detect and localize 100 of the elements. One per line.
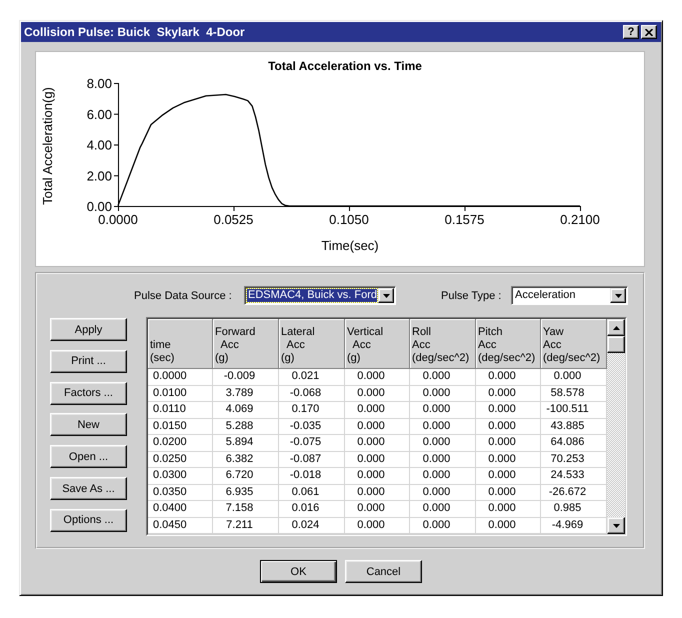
open-button[interactable]: Open ... bbox=[50, 445, 127, 468]
close-icon bbox=[645, 28, 653, 36]
table-cell: 0.0450 bbox=[148, 518, 213, 534]
table-cell: 6.720 bbox=[213, 468, 279, 484]
y-tick-label: 2.00 bbox=[86, 168, 112, 184]
table-cell: 7.158 bbox=[213, 501, 279, 518]
column-header: Lateral Acc (g) bbox=[279, 319, 345, 369]
new-button[interactable]: New bbox=[50, 413, 127, 436]
y-tick-label: 6.00 bbox=[86, 106, 112, 122]
table-cell: 0.0000 bbox=[148, 369, 213, 386]
table-cell: 0.170 bbox=[279, 402, 345, 418]
table-cell: 0.000 bbox=[410, 386, 476, 402]
table-cell: 0.000 bbox=[476, 402, 541, 418]
column-header: Forward Acc (g) bbox=[213, 319, 279, 369]
table-cell: 0.000 bbox=[476, 452, 541, 468]
table-cell: 0.0350 bbox=[148, 484, 213, 501]
column-header: time (sec) bbox=[148, 319, 213, 369]
x-axis-title: Time(sec) bbox=[321, 238, 379, 253]
apply-button[interactable]: Apply bbox=[50, 318, 127, 341]
caret-up-icon bbox=[612, 326, 620, 330]
table-cell: 0.000 bbox=[476, 468, 541, 484]
y-axis-title: Total Acceleration(g) bbox=[40, 87, 55, 205]
scrollbar-thumb[interactable] bbox=[607, 336, 625, 353]
table-cell: 0.000 bbox=[410, 484, 476, 501]
caret-down-icon bbox=[614, 294, 622, 298]
table-cell: 7.211 bbox=[213, 518, 279, 534]
table-cell: 3.789 bbox=[213, 386, 279, 402]
table-cell: 0.000 bbox=[410, 468, 476, 484]
table-cell: 0.0200 bbox=[148, 435, 213, 452]
table-cell: 0.000 bbox=[345, 468, 410, 484]
field-label: Pulse Type : bbox=[441, 290, 502, 302]
table-cell: 0.0400 bbox=[148, 501, 213, 518]
table-cell: 6.935 bbox=[213, 484, 279, 501]
table-cell: 0.000 bbox=[345, 518, 410, 534]
table-cell: 0.000 bbox=[476, 501, 541, 518]
x-tick-label: 0.2100 bbox=[560, 212, 600, 227]
dropdown-button[interactable] bbox=[610, 288, 626, 303]
help-button[interactable]: ? bbox=[623, 25, 639, 39]
table-cell: 6.382 bbox=[213, 452, 279, 468]
caret-down-icon bbox=[612, 524, 620, 528]
caret-down-icon bbox=[382, 294, 390, 298]
table-cell: -0.009 bbox=[213, 369, 279, 386]
scroll-down-button[interactable] bbox=[607, 517, 625, 534]
table-cell: 0.0250 bbox=[148, 452, 213, 468]
column-header: Yaw Acc (deg/sec^2) bbox=[541, 319, 607, 369]
table-cell: 5.894 bbox=[213, 435, 279, 452]
table-cell: 0.021 bbox=[279, 369, 345, 386]
table-cell: 0.000 bbox=[410, 435, 476, 452]
table-cell: 0.016 bbox=[279, 501, 345, 518]
scroll-up-button[interactable] bbox=[607, 319, 625, 336]
table-cell: 4.069 bbox=[213, 402, 279, 418]
field-label: Pulse Data Source : bbox=[134, 290, 233, 302]
ok-button[interactable]: OK bbox=[260, 560, 337, 583]
table-cell: 0.024 bbox=[279, 518, 345, 534]
table-cell: 0.000 bbox=[410, 518, 476, 534]
table-cell: 0.061 bbox=[279, 484, 345, 501]
factors-button[interactable]: Factors ... bbox=[50, 382, 127, 405]
print-button[interactable]: Print ... bbox=[50, 350, 127, 373]
table-cell: 0.0300 bbox=[148, 468, 213, 484]
options-button[interactable]: Options ... bbox=[50, 508, 127, 532]
table-cell: 0.000 bbox=[476, 518, 541, 534]
table-cell: 0.000 bbox=[345, 369, 410, 386]
table-cell: 0.000 bbox=[410, 418, 476, 435]
table-cell: 5.288 bbox=[213, 418, 279, 435]
table-cell: 0.000 bbox=[345, 501, 410, 518]
pulse-type-dropdown[interactable]: Acceleration bbox=[511, 286, 628, 305]
data-source-dropdown[interactable]: EDSMAC4, Buick vs. Ford bbox=[244, 286, 396, 305]
table-cell: -0.075 bbox=[279, 435, 345, 452]
dropdown-value: EDSMAC4, Buick vs. Ford bbox=[247, 289, 377, 302]
table-cell: 0.0100 bbox=[148, 386, 213, 402]
cancel-button[interactable]: Cancel bbox=[345, 560, 422, 583]
x-tick-label: 0.1575 bbox=[444, 212, 484, 227]
column-header: Roll Acc (deg/sec^2) bbox=[410, 319, 476, 369]
table-cell: 0.000 bbox=[476, 369, 541, 386]
column-header: Pitch Acc (deg/sec^2) bbox=[476, 319, 541, 369]
column-header: Vertical Acc (g) bbox=[345, 319, 410, 369]
table-cell: 0.000 bbox=[410, 369, 476, 386]
close-button[interactable] bbox=[641, 25, 657, 39]
table-cell: -0.018 bbox=[279, 468, 345, 484]
table-cell: 0.000 bbox=[410, 501, 476, 518]
table-cell: 0.0150 bbox=[148, 418, 213, 435]
chart-title: Total Acceleration vs. Time bbox=[268, 59, 422, 73]
y-tick-label: 4.00 bbox=[86, 138, 112, 152]
table-cell: 0.000 bbox=[345, 418, 410, 435]
table-cell: 0.000 bbox=[476, 435, 541, 452]
x-tick-label: 0.0525 bbox=[214, 212, 254, 227]
table-cell: -0.087 bbox=[279, 452, 345, 468]
table-cell: 0.000 bbox=[345, 452, 410, 468]
table-cell: 0.000 bbox=[476, 484, 541, 501]
table-cell: 0.000 bbox=[345, 435, 410, 452]
x-tick-label: 0.0000 bbox=[98, 212, 138, 227]
y-tick-label: 0.00 bbox=[86, 199, 112, 214]
x-tick-label: 0.1050 bbox=[329, 212, 369, 227]
table-cell: 0.0110 bbox=[148, 402, 213, 418]
save-as-button[interactable]: Save As ... bbox=[50, 477, 127, 500]
dropdown-button[interactable] bbox=[378, 288, 394, 303]
dropdown-value: Acceleration bbox=[514, 289, 577, 302]
table-cell: 0.000 bbox=[410, 402, 476, 418]
table-cell: 0.000 bbox=[476, 418, 541, 435]
table-cell: -0.068 bbox=[279, 386, 345, 402]
